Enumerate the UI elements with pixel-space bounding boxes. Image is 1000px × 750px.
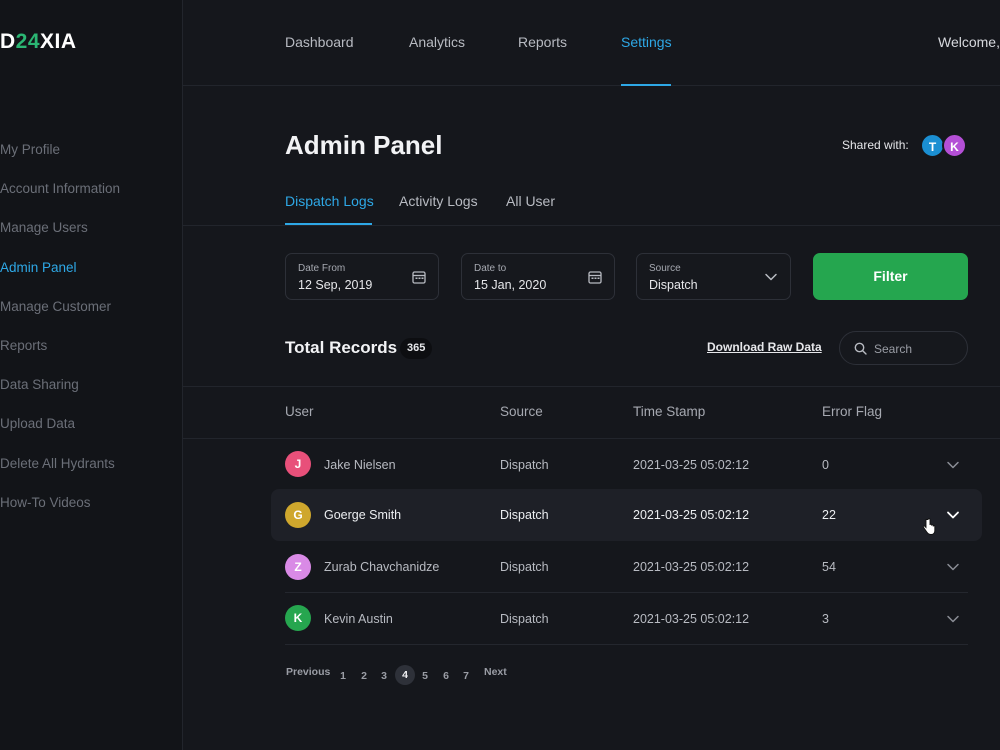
download-raw-data-link[interactable]: Download Raw Data [707,340,822,354]
shared-user-avatar[interactable]: K [942,133,967,158]
pagination-page-5[interactable]: 5 [415,666,435,686]
pagination-page-3[interactable]: 3 [374,666,394,686]
user-avatar: J [285,451,311,477]
total-records-title: Total Records [285,338,398,357]
source-label: Source [649,263,681,274]
cell-timestamp: 2021-03-25 05:02:12 [633,508,750,522]
cell-error-flag: 3 [822,612,829,626]
sidebar-item-manage-customer[interactable]: Manage Customer [0,297,183,336]
sidebar-item-data-sharing[interactable]: Data Sharing [0,375,183,414]
sidebar-item-delete-all-hydrants[interactable]: Delete All Hydrants [0,454,183,493]
tab-all-user[interactable]: All User [506,193,555,209]
shared-with-label: Shared with: [842,138,909,152]
pagination-page-1[interactable]: 1 [333,666,353,686]
sidebar-item-admin-panel[interactable]: Admin Panel [0,258,183,297]
chevron-down-icon[interactable] [946,508,960,522]
chevron-down-icon[interactable] [946,612,960,626]
page-title: Admin Panel [285,130,443,160]
app-logo[interactable]: D24XIA [0,30,77,54]
topnav-dashboard[interactable]: Dashboard [285,34,354,50]
table-row[interactable]: J Jake Nielsen Dispatch 2021-03-25 05:02… [271,439,982,491]
cell-error-flag: 54 [822,560,836,574]
sidebar-item-reports[interactable]: Reports [0,336,183,375]
sidebar-nav: My Profile Account Information Manage Us… [0,140,183,532]
source-select[interactable]: Source Dispatch [636,253,791,300]
cell-source: Dispatch [500,458,549,472]
topnav-active-indicator [621,84,671,86]
sidebar-item-how-to-videos[interactable]: How-To Videos [0,493,183,532]
welcome-text: Welcome, [938,34,1000,50]
divider [183,386,1000,387]
logo-part-2: 24 [15,30,41,53]
chevron-down-icon [765,273,777,281]
sidebar-item-account-information[interactable]: Account Information [0,179,183,218]
total-records-count-badge: 365 [400,338,433,359]
hand-cursor-icon [922,518,936,535]
cell-source: Dispatch [500,508,549,522]
cell-user: Kevin Austin [324,612,393,626]
search-icon [854,342,867,355]
column-header-user[interactable]: User [285,404,314,419]
column-header-source[interactable]: Source [500,404,543,419]
cell-source: Dispatch [500,612,549,626]
cell-source: Dispatch [500,560,549,574]
date-to-value: 15 Jan, 2020 [474,278,547,292]
topnav-reports[interactable]: Reports [518,34,567,50]
calendar-icon [412,271,426,284]
user-avatar: Z [285,554,311,580]
cell-error-flag: 0 [822,458,829,472]
table-row[interactable]: Z Zurab Chavchanidze Dispatch 2021-03-25… [271,541,982,593]
cell-error-flag: 22 [822,508,836,522]
sidebar-item-upload-data[interactable]: Upload Data [0,414,183,453]
sidebar-item-manage-users[interactable]: Manage Users [0,218,183,257]
top-nav-bar: Dashboard Analytics Reports Settings Wel… [183,0,1000,86]
logo-part-3: XIA [40,30,77,53]
pagination-next[interactable]: Next [484,666,507,678]
pagination-page-4[interactable]: 4 [395,665,415,685]
pagination-page-7[interactable]: 7 [456,666,476,686]
chevron-down-icon[interactable] [946,458,960,472]
cell-timestamp: 2021-03-25 05:02:12 [633,612,750,626]
cell-user: Zurab Chavchanidze [324,560,440,574]
filter-button[interactable]: Filter [813,253,968,300]
logo-part-1: D [0,30,16,53]
tab-dispatch-logs[interactable]: Dispatch Logs [285,193,374,209]
table-row[interactable]: G Goerge Smith Dispatch 2021-03-25 05:02… [271,489,982,541]
search-input[interactable] [874,340,959,357]
date-to-field[interactable]: Date to 15 Jan, 2020 [461,253,615,300]
cell-timestamp: 2021-03-25 05:02:12 [633,560,750,574]
date-from-field[interactable]: Date From 12 Sep, 2019 [285,253,439,300]
chevron-down-icon[interactable] [946,560,960,574]
topnav-settings[interactable]: Settings [621,34,672,50]
sidebar-item-my-profile[interactable]: My Profile [0,140,183,179]
cell-user: Goerge Smith [324,508,402,522]
date-from-label: Date From [298,263,346,274]
user-avatar: G [285,502,311,528]
date-from-value: 12 Sep, 2019 [298,278,373,292]
cell-timestamp: 2021-03-25 05:02:12 [633,458,750,472]
cell-user: Jake Nielsen [324,458,396,472]
divider [285,644,968,645]
sidebar: D24XIA My Profile Account Information Ma… [0,0,183,750]
user-avatar: K [285,605,311,631]
column-header-error-flag[interactable]: Error Flag [822,404,882,419]
calendar-icon [588,271,602,284]
table-row[interactable]: K Kevin Austin Dispatch 2021-03-25 05:02… [271,593,982,645]
tab-activity-logs[interactable]: Activity Logs [399,193,478,209]
divider [183,225,1000,226]
date-to-label: Date to [474,263,507,274]
topnav-analytics[interactable]: Analytics [409,34,465,50]
pagination-page-6[interactable]: 6 [436,666,456,686]
pagination-previous[interactable]: Previous [286,666,330,678]
column-header-time-stamp[interactable]: Time Stamp [633,404,705,419]
source-value: Dispatch [649,278,698,292]
search-box[interactable] [839,331,968,365]
pagination-page-2[interactable]: 2 [354,666,374,686]
